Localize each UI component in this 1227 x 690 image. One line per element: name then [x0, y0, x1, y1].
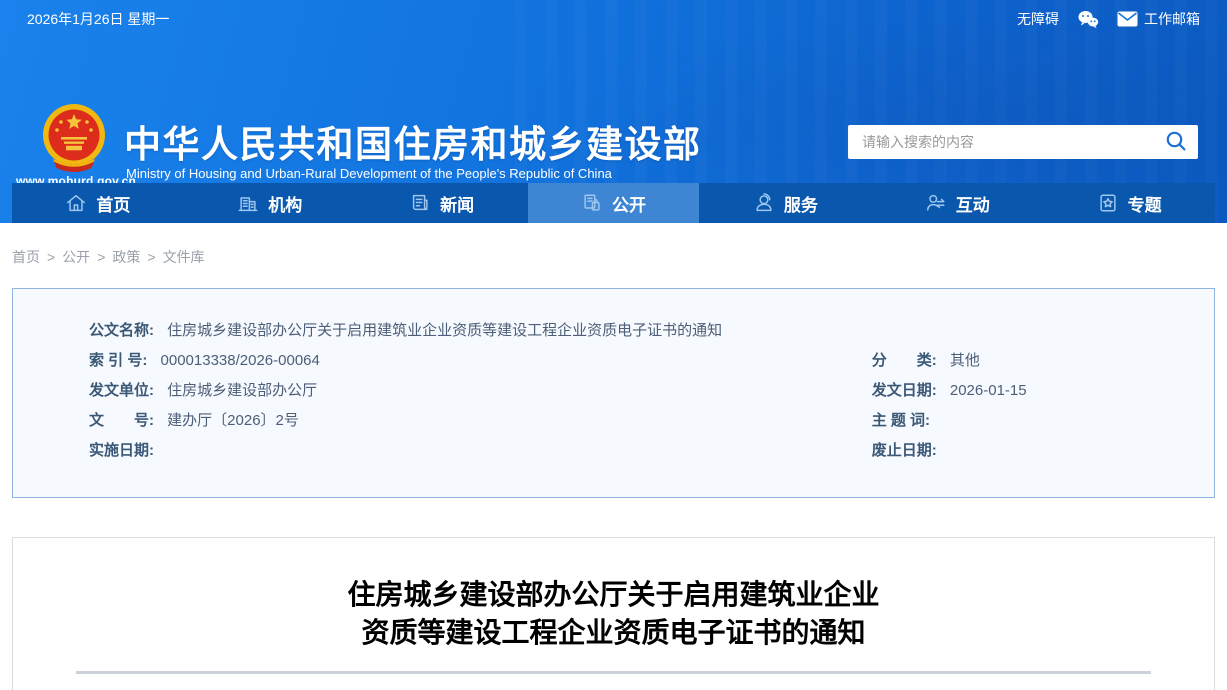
nav-item-topics[interactable]: 专题 [1043, 183, 1215, 223]
breadcrumb-disclosure[interactable]: 公开 [62, 249, 90, 265]
meta-cell: 分 类: 其他 [872, 349, 1214, 370]
breadcrumb-home[interactable]: 首页 [12, 249, 40, 265]
site-title-english: Ministry of Housing and Urban-Rural Deve… [126, 166, 612, 181]
nav-item-label: 首页 [96, 195, 131, 215]
meta-cell: 废止日期: [872, 439, 1214, 460]
topbar-links: 无障碍 工作邮箱 [1017, 9, 1200, 29]
meta-row-docno-subject: 文 号: 建办厅〔2026〕2号 主 题 词: [13, 404, 1214, 434]
document-title-line2: 资质等建设工程企业资质电子证书的通知 [361, 617, 866, 648]
nav-item-label: 互动 [955, 195, 990, 215]
nav-item-label: 专题 [1127, 195, 1162, 215]
document-meta-box: 公文名称: 住房城乡建设部办公厅关于启用建筑业企业资质等建设工程企业资质电子证书… [12, 288, 1215, 498]
accessibility-link[interactable]: 无障碍 [1017, 9, 1059, 29]
brand-row: www.mohurd.gov.cn 中华人民共和国住房和城乡建设部 Minist… [0, 38, 1227, 188]
category-value: 其他 [949, 351, 980, 369]
subject-words-label: 主 题 词: [871, 411, 931, 429]
news-icon [409, 192, 431, 214]
nav-item-disclosure[interactable]: 公开 [527, 183, 700, 223]
interaction-icon [925, 192, 947, 214]
nav-item-home[interactable]: 首页 [12, 183, 184, 223]
meta-row-doc-name: 公文名称: 住房城乡建设部办公厅关于启用建筑业企业资质等建设工程企业资质电子证书… [13, 314, 1214, 344]
meta-row-index-category: 索 引 号: 000013338/2026-00064 分 类: 其他 [13, 344, 1214, 374]
meta-cell: 实施日期: [13, 439, 872, 460]
breadcrumb-separator: > [147, 249, 156, 265]
doc-number-value: 建办厅〔2026〕2号 [167, 411, 299, 429]
document-title-line1: 住房城乡建设部办公厅关于启用建筑业企业 [347, 579, 880, 610]
disclosure-icon [581, 192, 603, 214]
issue-date-value: 2026-01-15 [949, 381, 1027, 399]
breadcrumb-policy[interactable]: 政策 [112, 249, 140, 265]
breadcrumb-document-library[interactable]: 文件库 [163, 249, 205, 265]
search-input[interactable] [848, 125, 1154, 159]
implementation-date-label: 实施日期: [89, 441, 154, 459]
nav-item-label: 公开 [612, 195, 646, 215]
meta-cell: 索 引 号: 000013338/2026-00064 [13, 349, 872, 370]
category-label: 分 类: [871, 351, 937, 369]
search-box [848, 125, 1198, 159]
page: 2026年1月26日 星期一 无障碍 工作邮箱 www.mohurd.gov.c… [0, 0, 1227, 690]
masthead: 2026年1月26日 星期一 无障碍 工作邮箱 www.mohurd.gov.c… [0, 0, 1227, 223]
nav-item-service[interactable]: 服务 [699, 183, 871, 223]
index-number-value: 000013338/2026-00064 [160, 351, 320, 369]
doc-name-label: 公文名称: [89, 321, 154, 339]
meta-cell: 发文日期: 2026-01-15 [872, 379, 1214, 400]
primary-nav: 首页 机构 新闻 公开 服务 互动 专题 [12, 183, 1215, 223]
issue-date-label: 发文日期: [871, 381, 937, 399]
title-divider [76, 671, 1151, 674]
work-mailbox-label: 工作邮箱 [1144, 11, 1200, 27]
index-number-label: 索 引 号: [89, 351, 148, 369]
abolish-date-label: 废止日期: [871, 441, 937, 459]
nav-item-label: 新闻 [440, 195, 475, 215]
site-title-chinese: 中华人民共和国住房和城乡建设部 [124, 124, 702, 165]
wechat-icon [1076, 9, 1100, 29]
search-icon [1165, 130, 1187, 155]
nav-item-interaction[interactable]: 互动 [871, 183, 1043, 223]
doc-name-value: 住房城乡建设部办公厅关于启用建筑业企业资质等建设工程企业资质电子证书的通知 [167, 321, 723, 339]
current-date: 2026年1月26日 星期一 [27, 11, 170, 27]
wechat-link[interactable] [1076, 9, 1100, 29]
nav-item-organization[interactable]: 机构 [184, 183, 356, 223]
breadcrumb-separator: > [97, 249, 106, 265]
main-content: 首页 > 公开 > 政策 > 文件库 公文名称: 住房城乡建设部办公厅关于启用建筑业企业资质… [0, 247, 1227, 690]
nav-item-label: 机构 [268, 195, 303, 215]
document-content-box: 住房城乡建设部办公厅关于启用建筑业企业 资质等建设工程企业资质电子证书的通知 [12, 537, 1215, 690]
issuer-label: 发文单位: [89, 381, 154, 399]
breadcrumb-separator: > [47, 249, 56, 265]
meta-cell: 公文名称: 住房城乡建设部办公厅关于启用建筑业企业资质等建设工程企业资质电子证书… [13, 319, 872, 340]
work-mailbox-link[interactable]: 工作邮箱 [1117, 9, 1200, 29]
topics-icon [1097, 192, 1119, 214]
meta-cell: 发文单位: 住房城乡建设部办公厅 [13, 379, 872, 400]
top-utility-bar: 2026年1月26日 星期一 无障碍 工作邮箱 [0, 0, 1227, 38]
issuer-value: 住房城乡建设部办公厅 [167, 381, 318, 399]
meta-row-issuer-date: 发文单位: 住房城乡建设部办公厅 发文日期: 2026-01-15 [13, 374, 1214, 404]
doc-number-label: 文 号: [89, 411, 154, 429]
service-icon [753, 192, 775, 214]
national-emblem-logo [41, 102, 107, 174]
nav-item-label: 服务 [783, 195, 818, 215]
meta-row-impl-abolish: 实施日期: 废止日期: [13, 434, 1214, 464]
breadcrumb: 首页 > 公开 > 政策 > 文件库 [12, 247, 1215, 267]
meta-cell: 文 号: 建办厅〔2026〕2号 [13, 409, 872, 430]
organization-icon [237, 192, 259, 214]
home-icon [65, 192, 87, 214]
meta-cell: 主 题 词: [872, 409, 1214, 430]
search-button[interactable] [1154, 125, 1198, 159]
mail-icon [1117, 11, 1138, 27]
nav-item-news[interactable]: 新闻 [356, 183, 528, 223]
document-title: 住房城乡建设部办公厅关于启用建筑业企业 资质等建设工程企业资质电子证书的通知 [13, 576, 1214, 652]
accessibility-label: 无障碍 [1017, 11, 1059, 27]
